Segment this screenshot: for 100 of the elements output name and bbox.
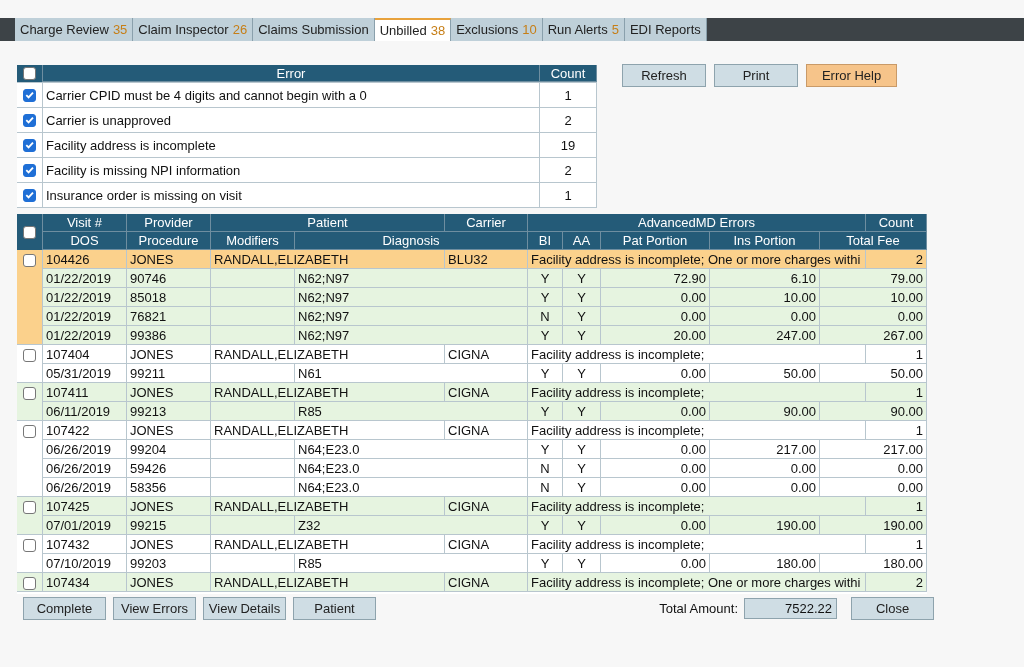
table-cell: JONES [127,421,211,440]
footer-button[interactable]: View Details [203,597,286,620]
table-cell: 50.00 [710,364,820,383]
visit-row-group[interactable] [17,421,927,497]
visit-row-group[interactable]: 107411 JONES RANDALL,ELIZABETH CIGNA Facility address is incomplete; 1 06/11/2019 99213 R85 Y Y 0.00 90.00 90.00 [17,383,927,421]
column-header: Count [866,214,927,232]
checkbox[interactable] [23,163,36,177]
checkbox[interactable] [23,138,36,152]
tab[interactable]: Claim Inspector 26 [133,18,254,41]
table-cell: Y [563,364,601,383]
column-header: Error [43,65,540,82]
table-cell: Facility address is incomplete [43,133,540,157]
table-cell: N62;N97 [295,288,528,307]
tab[interactable]: Claims Submission [253,18,375,41]
action-button[interactable]: Error Help [806,64,897,87]
footer-button[interactable]: View Errors [113,597,196,620]
table-cell: 99215 [127,516,211,535]
action-button[interactable]: Print [714,64,798,87]
table-cell: 90746 [127,269,211,288]
table-cell: 0.00 [820,459,927,478]
table-cell: 06/26/2019 [43,459,127,478]
close-button[interactable]: Close [851,597,934,620]
table-cell: Facility is missing NPI information [43,158,540,182]
table-cell: Facility address is incomplete; One or more charges withi [528,573,866,592]
table-cell: Y [528,288,563,307]
table-cell: 0.00 [601,516,710,535]
table-cell: Insurance order is missing on visit [43,183,540,207]
tab[interactable]: Charge Review 35 [15,18,134,41]
table-cell: 06/26/2019 [43,440,127,459]
table-cell: 104426 [43,250,127,269]
tab[interactable]: EDI Reports [624,18,707,41]
table-cell: 0.00 [710,307,820,326]
checkbox[interactable] [23,539,36,552]
select-all-checkbox[interactable] [23,225,36,239]
column-header: Count [540,65,597,82]
table-cell: CIGNA [445,383,528,402]
table-cell: 2 [540,158,597,182]
table-cell: 59426 [127,459,211,478]
checkbox[interactable] [23,425,36,438]
tab[interactable]: Unbilled 38 [374,18,452,41]
visit-row-group[interactable]: 107434 JONES RANDALL,ELIZABETH CIGNA Facility address is incomplete; One or more charges withi 2 [17,573,927,592]
checkbox[interactable] [23,349,36,362]
table-cell: JONES [127,497,211,516]
checkbox[interactable] [23,88,36,102]
action-button[interactable]: Refresh [622,64,706,87]
table-cell: 1 [866,535,927,554]
table-cell: 2 [866,250,927,269]
visit-row-group[interactable]: 107404 JONES RANDALL,ELIZABETH CIGNA Facility address is incomplete; 1 05/31/2019 99211 N61 Y Y 0.00 50.00 50.00 [17,345,927,383]
visit-row-group[interactable]: 107432 JONES RANDALL,ELIZABETH CIGNA Facility address is incomplete; 1 07/10/2019 99203 R85 Y Y 0.00 180.00 180.00 [17,535,927,573]
table-cell: N [528,459,563,478]
table-cell: N62;N97 [295,307,528,326]
table-cell: N62;N97 [295,269,528,288]
checkbox[interactable] [23,113,36,127]
table-cell: CIGNA [445,573,528,592]
table-cell: 190.00 [710,516,820,535]
table-cell: 0.00 [601,478,710,497]
column-header: Patient [211,214,445,232]
footer-button[interactable]: Complete [23,597,106,620]
table-cell: 0.00 [601,402,710,421]
select-all-checkbox[interactable] [23,67,36,80]
table-cell: 99203 [127,554,211,573]
checkbox[interactable] [23,254,36,267]
table-cell: Carrier is unapproved [43,108,540,132]
table-cell: RANDALL,ELIZABETH [211,345,445,364]
table-cell: Y [563,516,601,535]
table-cell: Y [563,402,601,421]
table-cell: Carrier CPID must be 4 digits and cannot begin with a 0 [43,83,540,107]
tab[interactable]: Exclusions 10 [451,18,543,41]
checkbox[interactable] [23,501,36,514]
table-cell: Y [563,440,601,459]
visit-row-group[interactable] [17,250,927,345]
checkbox[interactable] [23,577,36,590]
table-cell: CIGNA [445,497,528,516]
table-cell: 0.00 [601,440,710,459]
visit-row-group[interactable]: 107425 JONES RANDALL,ELIZABETH CIGNA Facility address is incomplete; 1 07/01/2019 99215 Z32 Y Y 0.00 190.00 190.00 [17,497,927,535]
table-cell: 01/22/2019 [43,326,127,345]
table-cell: 58356 [127,478,211,497]
table-cell: 1 [866,497,927,516]
table-cell: N62;N97 [295,326,528,345]
table-cell: 0.00 [601,307,710,326]
table-cell: CIGNA [445,345,528,364]
table-cell: N [528,478,563,497]
table-cell: 0.00 [601,364,710,383]
checkbox[interactable] [23,188,36,202]
checkbox[interactable] [23,387,36,400]
footer-button[interactable]: Patient [293,597,376,620]
table-cell: 99204 [127,440,211,459]
column-header: AdvancedMD Errors [528,214,866,232]
table-cell: 99211 [127,364,211,383]
table-cell: Facility address is incomplete; [528,535,866,554]
table-cell: 0.00 [710,478,820,497]
tab[interactable]: Run Alerts 5 [542,18,625,41]
table-cell: 107425 [43,497,127,516]
table-cell: Y [563,326,601,345]
column-header: AA [563,232,601,250]
table-cell: 107422 [43,421,127,440]
table-cell: Y [528,364,563,383]
table-cell: Y [563,554,601,573]
total-amount-field: 7522.22 [744,598,837,619]
table-cell: 1 [866,345,927,364]
